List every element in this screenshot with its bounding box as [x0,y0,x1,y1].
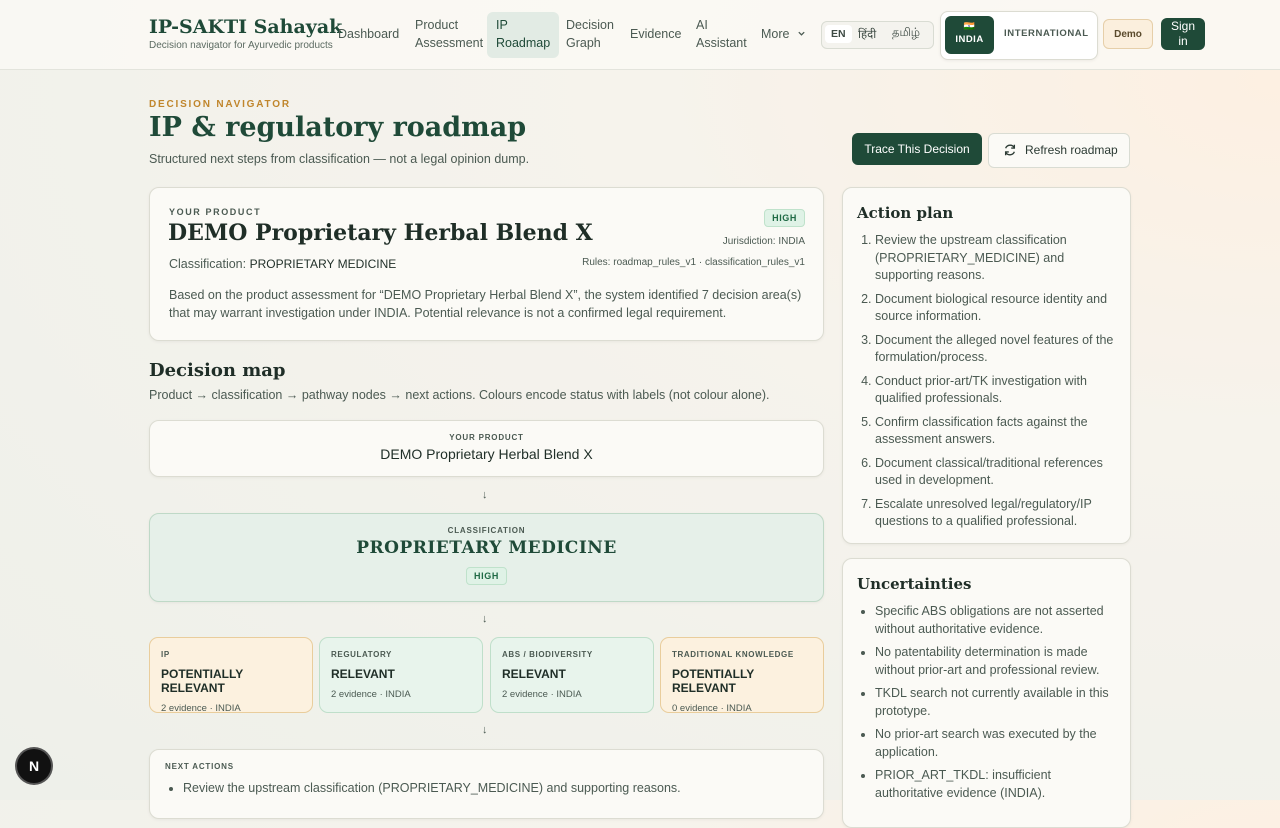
trace-decision-button[interactable]: Trace This Decision [852,133,982,165]
decision-map-title: Decision map [149,360,286,381]
classification-node-confidence: HIGH [466,567,507,585]
product-node-kicker: YOUR PRODUCT [449,433,524,442]
nav-dashboard[interactable]: Dashboard [338,25,399,43]
product-node[interactable]: YOUR PRODUCT DEMO Proprietary Herbal Ble… [149,420,824,477]
pathway-status: RELEVANT [502,667,566,681]
lang-tamil[interactable]: தமிழ் [892,27,920,41]
action-plan-item: Document biological resource identity an… [875,291,1116,326]
pathway-kind: ABS / BIODIVERSITY [502,650,593,659]
uncertainties-list: Specific ABS obligations are not asserte… [857,603,1116,802]
uncertainties-panel: Uncertainties Specific ABS obligations a… [842,558,1131,828]
refresh-icon [1004,144,1016,156]
down-arrow-icon: ↓ [482,489,488,501]
lang-en[interactable]: EN [825,25,852,43]
action-plan-item: Review the upstream classification (PROP… [875,232,1116,285]
jurisdiction-toggle: 🇮🇳 INDIA INTERNATIONAL [940,11,1098,60]
classification-label: Classification: [169,257,247,271]
pathway-kind: REGULATORY [331,650,392,659]
product-node-name: DEMO Proprietary Herbal Blend X [380,446,593,462]
brand-subtitle: Decision navigator for Ayurvedic product… [149,40,333,51]
decision-map-subtitle: Product → classification → pathway nodes… [149,388,770,402]
product-summary-card: YOUR PRODUCT DEMO Proprietary Herbal Ble… [149,187,824,341]
nav-decision-graph[interactable]: Decision Graph [566,16,614,52]
pathway-kind: TRADITIONAL KNOWLEDGE [672,650,794,659]
refresh-roadmap-button[interactable]: Refresh roadmap [988,133,1130,168]
india-flag-icon: 🇮🇳 [963,21,976,31]
top-navigation-bar: IP-SAKTI Sahayak Decision navigator for … [0,0,1280,70]
jurisdiction-india-button[interactable]: 🇮🇳 INDIA [945,16,994,54]
pathway-evidence: 2 evidence · INDIA [502,689,582,700]
pathway-evidence: 2 evidence · INDIA [161,703,241,714]
pathway-evidence: 2 evidence · INDIA [331,689,411,700]
product-kicker: YOUR PRODUCT [169,207,262,217]
action-plan-title: Action plan [857,204,954,222]
nav-ai-assistant[interactable]: AI Assistant [696,16,747,52]
pathway-status: POTENTIALLY RELEVANT [672,667,755,695]
uncertainty-item: No patentability determination is made w… [875,644,1116,679]
action-plan-item: Conduct prior-art/TK investigation with … [875,373,1116,408]
confidence-label: HIGH [764,209,805,227]
assistant-launcher-button[interactable]: N [17,749,51,783]
nav-evidence[interactable]: Evidence [630,25,681,43]
down-arrow-icon: ↓ [482,613,488,625]
action-plan-item: Document classical/traditional reference… [875,455,1116,490]
action-plan-item: Document the alleged novel features of t… [875,332,1116,367]
pathway-status: RELEVANT [331,667,395,681]
next-actions-kicker: NEXT ACTIONS [165,762,234,771]
nav-more-label: More [761,27,790,41]
jurisdiction-international-button[interactable]: INTERNATIONAL [1004,28,1089,39]
pathway-node-regulatory[interactable]: REGULATORY RELEVANT 2 evidence · INDIA [319,637,483,713]
nav-more[interactable]: More [761,25,806,43]
refresh-roadmap-label: Refresh roadmap [1025,143,1118,157]
product-name: DEMO Proprietary Herbal Blend X [168,220,593,246]
confidence-badge: HIGH [764,208,805,227]
uncertainty-item: Specific ABS obligations are not asserte… [875,603,1116,638]
classification-node-badge: HIGH [150,566,823,585]
jurisdiction-india-label: INDIA [955,34,984,45]
next-actions-node: NEXT ACTIONS Review the upstream classif… [149,749,824,819]
next-action-item: Review the upstream classification (PROP… [183,781,681,795]
jurisdiction-text: Jurisdiction: INDIA [722,236,805,247]
classification-line: Classification: PROPRIETARY MEDICINE [169,257,396,271]
uncertainty-item: PRIOR_ART_TKDL: insufficient authoritati… [875,767,1116,802]
down-arrow-icon: ↓ [482,724,488,736]
classification-node-name: PROPRIETARY MEDICINE [356,538,617,558]
pathway-kind: IP [161,650,170,659]
action-plan-list: Review the upstream classification (PROP… [857,232,1116,531]
next-actions-list: Review the upstream classification (PROP… [165,781,681,795]
uncertainties-title: Uncertainties [857,575,972,593]
pathway-evidence: 0 evidence · INDIA [672,703,752,714]
action-plan-panel: Action plan Review the upstream classifi… [842,187,1131,544]
nav-ip-roadmap[interactable]: IP Roadmap [487,12,560,58]
lang-hindi[interactable]: हिंदी [858,27,876,42]
uncertainty-item: No prior-art search was executed by the … [875,726,1116,761]
brand-title: IP-SAKTI Sahayak [149,16,343,38]
action-plan-item: Escalate unresolved legal/regulatory/IP … [875,496,1116,531]
assessment-summary: Based on the product assessment for “DEM… [169,288,802,320]
sign-in-button[interactable]: Sign in [1161,18,1205,50]
demo-badge[interactable]: Demo [1103,19,1153,49]
page-title: IP & regulatory roadmap [149,112,527,143]
language-switcher: EN हिंदी தமிழ் [821,21,934,49]
chevron-down-icon [798,31,805,36]
action-plan-item: Confirm classification facts against the… [875,414,1116,449]
pathway-status: POTENTIALLY RELEVANT [161,667,244,695]
brand[interactable]: IP-SAKTI Sahayak Decision navigator for … [149,16,342,51]
nav-product-assessment[interactable]: Product Assessment [415,16,483,52]
rules-text: Rules: roadmap_rules_v1 · classification… [582,257,805,268]
uncertainty-item: TKDL search not currently available in t… [875,685,1116,720]
classification-node[interactable]: CLASSIFICATION PROPRIETARY MEDICINE HIGH [149,513,824,602]
classification-value: PROPRIETARY MEDICINE [249,257,397,271]
classification-node-kicker: CLASSIFICATION [447,526,526,535]
pathway-node-traditional-knowledge[interactable]: TRADITIONAL KNOWLEDGE POTENTIALLY RELEVA… [660,637,824,714]
page-subtitle: Structured next steps from classificatio… [149,152,530,166]
pathway-node-ip[interactable]: IP POTENTIALLY RELEVANT 2 evidence · IND… [149,637,313,714]
page-eyebrow: DECISION NAVIGATOR [149,99,291,110]
pathway-node-abs[interactable]: ABS / BIODIVERSITY RELEVANT 2 evidence ·… [490,637,654,713]
